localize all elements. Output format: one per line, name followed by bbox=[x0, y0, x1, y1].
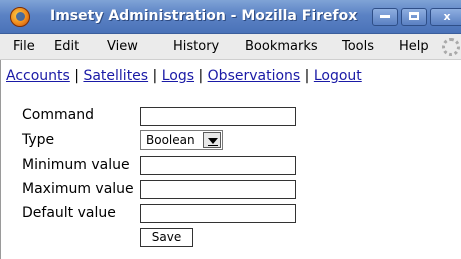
menu-file[interactable]: File bbox=[13, 39, 35, 54]
type-select[interactable]: Boolean bbox=[140, 130, 223, 150]
menu-history[interactable]: History bbox=[173, 39, 219, 54]
maximize-button[interactable] bbox=[401, 8, 427, 26]
command-input[interactable] bbox=[140, 107, 296, 126]
minimize-icon bbox=[380, 14, 390, 18]
nav-separator: | bbox=[198, 68, 204, 84]
default-value-label: Default value bbox=[22, 205, 116, 221]
save-button[interactable]: Save bbox=[140, 228, 193, 247]
nav-separator: | bbox=[152, 68, 158, 84]
command-label: Command bbox=[22, 107, 94, 123]
admin-nav: Accounts | Satellites | Logs | Observati… bbox=[6, 68, 362, 84]
minimum-value-label: Minimum value bbox=[22, 157, 130, 173]
chevron-down-icon[interactable] bbox=[203, 132, 221, 148]
menu-bar: File Edit View History Bookmarks Tools H… bbox=[0, 34, 461, 60]
throbber-icon bbox=[442, 38, 460, 56]
nav-link-logs[interactable]: Logs bbox=[162, 68, 194, 84]
nav-link-accounts[interactable]: Accounts bbox=[6, 68, 70, 84]
menu-view[interactable]: View bbox=[107, 39, 138, 54]
default-value-input[interactable] bbox=[140, 204, 296, 223]
content-border bbox=[0, 60, 1, 259]
close-button[interactable]: x bbox=[430, 8, 461, 26]
nav-separator: | bbox=[74, 68, 79, 84]
window-titlebar[interactable]: Imsety Administration - Mozilla Firefox … bbox=[0, 0, 461, 34]
type-selected-value: Boolean bbox=[146, 133, 195, 147]
menu-tools[interactable]: Tools bbox=[342, 39, 374, 54]
maximum-value-label: Maximum value bbox=[22, 181, 134, 197]
type-label: Type bbox=[22, 132, 55, 148]
minimize-button[interactable] bbox=[372, 8, 398, 26]
menu-edit[interactable]: Edit bbox=[54, 39, 79, 54]
minimum-value-input[interactable] bbox=[140, 156, 296, 175]
maximize-icon bbox=[409, 12, 419, 20]
nav-link-logout[interactable]: Logout bbox=[314, 68, 362, 84]
menu-bookmarks[interactable]: Bookmarks bbox=[245, 39, 318, 54]
maximum-value-input[interactable] bbox=[140, 180, 296, 199]
nav-link-observations[interactable]: Observations bbox=[208, 68, 301, 84]
menu-help[interactable]: Help bbox=[399, 39, 429, 54]
nav-link-satellites[interactable]: Satellites bbox=[83, 68, 148, 84]
nav-separator: | bbox=[304, 68, 310, 84]
firefox-icon bbox=[10, 7, 30, 27]
close-icon: x bbox=[443, 10, 451, 23]
window-title: Imsety Administration - Mozilla Firefox bbox=[50, 8, 358, 24]
